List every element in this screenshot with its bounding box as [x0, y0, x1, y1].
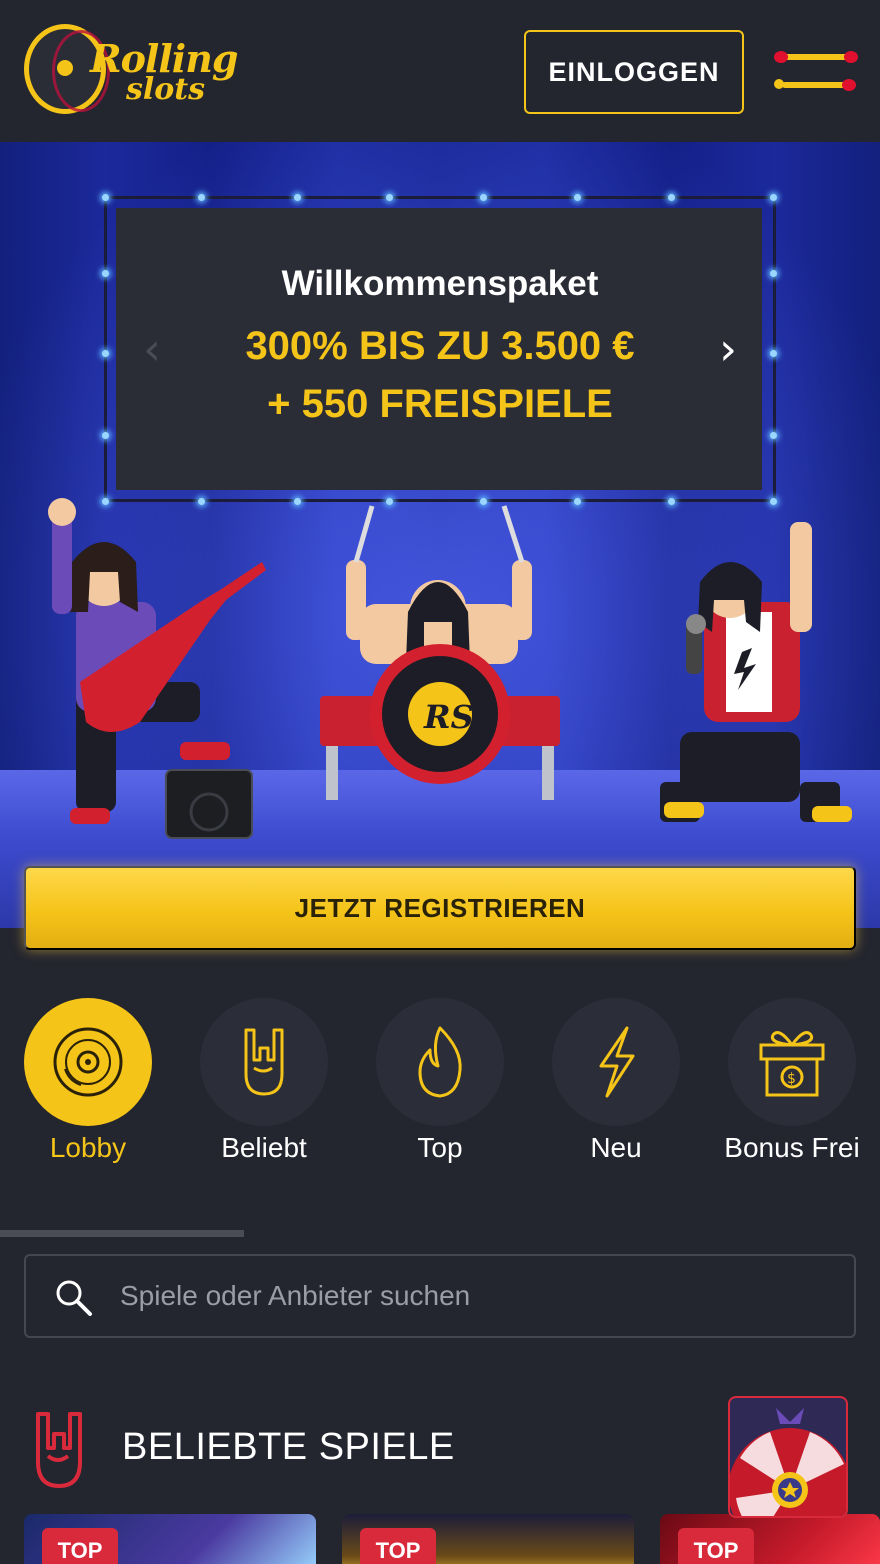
register-button[interactable]: JETZT REGISTRIEREN: [24, 866, 856, 950]
category-icon-wrap: [24, 998, 152, 1126]
menu-button[interactable]: [774, 50, 858, 94]
top-badge: TOP: [678, 1528, 754, 1564]
site-header: Rolling slots EINLOGGEN: [0, 0, 880, 142]
gift-icon: $: [759, 1031, 825, 1097]
category-neu[interactable]: Neu: [528, 996, 704, 1172]
category-icon-wrap: [376, 998, 504, 1126]
category-icon-wrap: [200, 998, 328, 1126]
lightning-icon: [599, 1026, 635, 1098]
search-placeholder: Spiele oder Anbieter suchen: [120, 1280, 471, 1311]
category-lobby[interactable]: Lobby: [0, 996, 176, 1172]
logo-text-slots: slots: [126, 72, 206, 107]
category-bonus-frei[interactable]: $ Bonus Frei: [704, 996, 880, 1172]
category-label: Neu: [590, 1132, 642, 1163]
rock-hand-icon: [36, 1412, 82, 1488]
category-label: Beliebt: [221, 1132, 307, 1163]
section-title-popular: BELIEBTE SPIELE: [122, 1426, 455, 1468]
search-input[interactable]: Spiele oder Anbieter suchen: [24, 1254, 856, 1338]
category-nav: Lobby Beliebt Top Neu $ Bonus Frei: [0, 996, 880, 1176]
svg-text:RS: RS: [423, 698, 474, 736]
singer-figure: [660, 522, 852, 822]
search-icon: [56, 1280, 92, 1316]
category-scrollbar[interactable]: [0, 1230, 244, 1237]
game-card[interactable]: TOP: [660, 1514, 880, 1564]
login-button[interactable]: EINLOGGEN: [524, 30, 744, 114]
flame-icon: [418, 1026, 462, 1098]
top-badge: TOP: [42, 1528, 118, 1564]
vinyl-disc-icon: [53, 1027, 123, 1097]
svg-text:$: $: [787, 1071, 796, 1087]
game-card[interactable]: TOP: [24, 1514, 316, 1564]
rolling-slots-logo[interactable]: Rolling slots: [24, 22, 238, 118]
top-badge: TOP: [360, 1528, 436, 1564]
rock-hand-icon: [244, 1028, 284, 1096]
category-icon-wrap: [552, 998, 680, 1126]
category-top[interactable]: Top: [352, 996, 528, 1172]
category-label: Bonus Frei: [724, 1132, 860, 1163]
category-label: Top: [417, 1132, 463, 1163]
bonus-wheel-widget[interactable]: [728, 1396, 848, 1518]
game-card[interactable]: TOP: [342, 1514, 634, 1564]
welcome-banner[interactable]: Willkommenspaket 300% BIS ZU 3.500 € + 5…: [0, 142, 880, 928]
band-illustration: RS: [48, 498, 852, 839]
drummer-figure: RS: [320, 505, 560, 800]
category-beliebt[interactable]: Beliebt: [176, 996, 352, 1172]
amplifier: [165, 769, 253, 839]
category-icon-wrap: $: [728, 998, 856, 1126]
fortune-wheel-icon: [730, 1408, 846, 1516]
category-label: Lobby: [49, 1132, 127, 1163]
